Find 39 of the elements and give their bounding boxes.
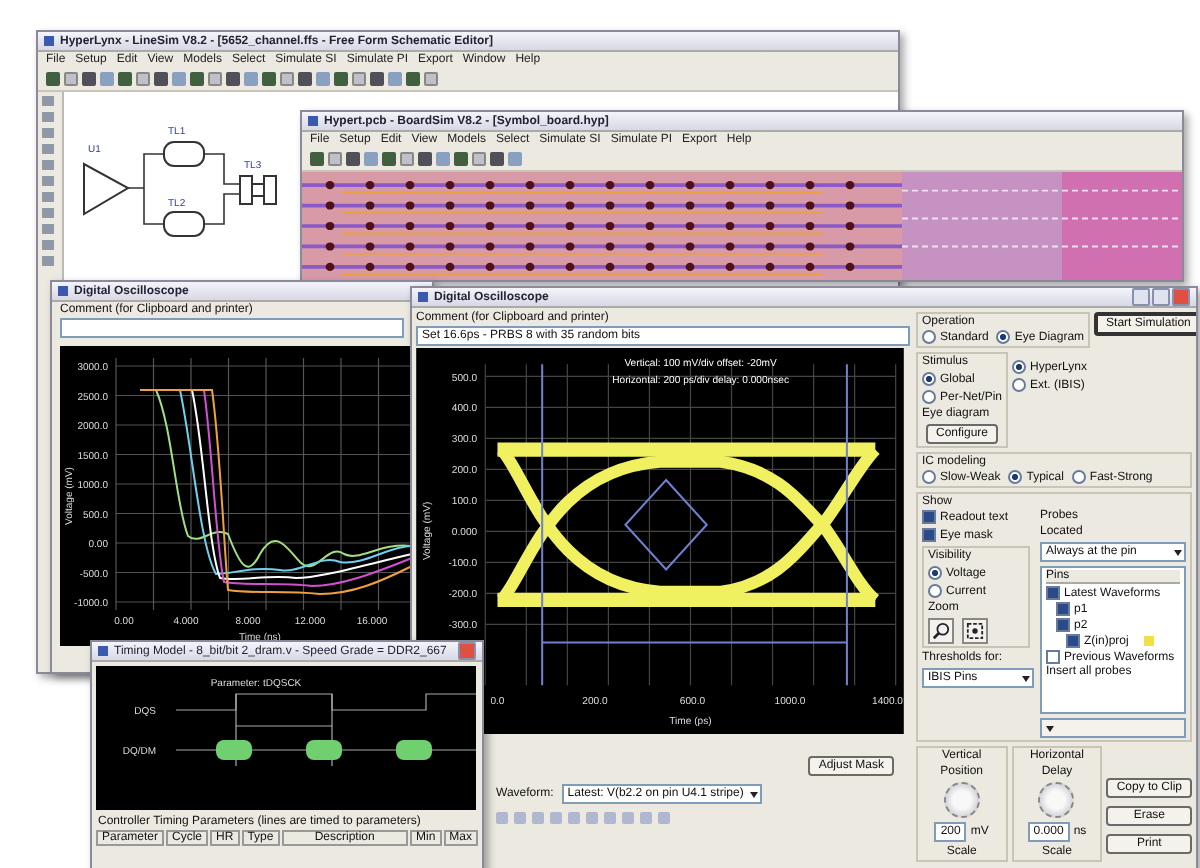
radio-button[interactable] [1071, 470, 1086, 484]
checkbox[interactable] [1056, 618, 1070, 632]
radio-button[interactable] [928, 584, 942, 598]
radio-button[interactable] [922, 390, 936, 404]
app-icon [308, 116, 318, 126]
dropdown[interactable] [1040, 718, 1186, 738]
checkbox[interactable] [1046, 650, 1060, 664]
minimize-button[interactable] [1132, 288, 1150, 306]
maximize-button[interactable] [1152, 288, 1170, 306]
zoom-in-button[interactable] [928, 618, 954, 644]
caret-icon [1174, 549, 1182, 555]
checkbox[interactable] [922, 528, 936, 542]
radio-button[interactable] [922, 372, 936, 386]
app-icon [418, 292, 428, 302]
radio-button[interactable] [922, 330, 936, 344]
checkbox[interactable] [922, 510, 936, 524]
caret-icon [1046, 725, 1054, 731]
radio-button[interactable] [922, 470, 936, 484]
zoom-box-icon [966, 622, 984, 640]
checkbox[interactable] [1066, 634, 1080, 648]
comment-field[interactable] [60, 318, 404, 338]
magnifier-icon [932, 622, 950, 640]
app-icon [58, 286, 68, 296]
radio-button[interactable] [928, 566, 942, 580]
checkbox[interactable] [1046, 586, 1060, 600]
radio-button[interactable] [1012, 360, 1027, 374]
app-icon [44, 36, 54, 46]
close-button[interactable] [1172, 288, 1190, 306]
dial-knob[interactable] [1038, 782, 1075, 818]
app-icon [98, 646, 108, 656]
zoom-box-button[interactable] [962, 618, 988, 644]
caret-icon [1022, 675, 1030, 681]
caret-icon [749, 791, 758, 797]
dial-knob[interactable] [943, 782, 980, 818]
checkbox[interactable] [1056, 602, 1070, 616]
radio-button[interactable] [996, 330, 1011, 344]
radio-button[interactable] [1008, 470, 1023, 484]
close-button[interactable] [458, 642, 476, 660]
radio-button[interactable] [1012, 378, 1027, 392]
